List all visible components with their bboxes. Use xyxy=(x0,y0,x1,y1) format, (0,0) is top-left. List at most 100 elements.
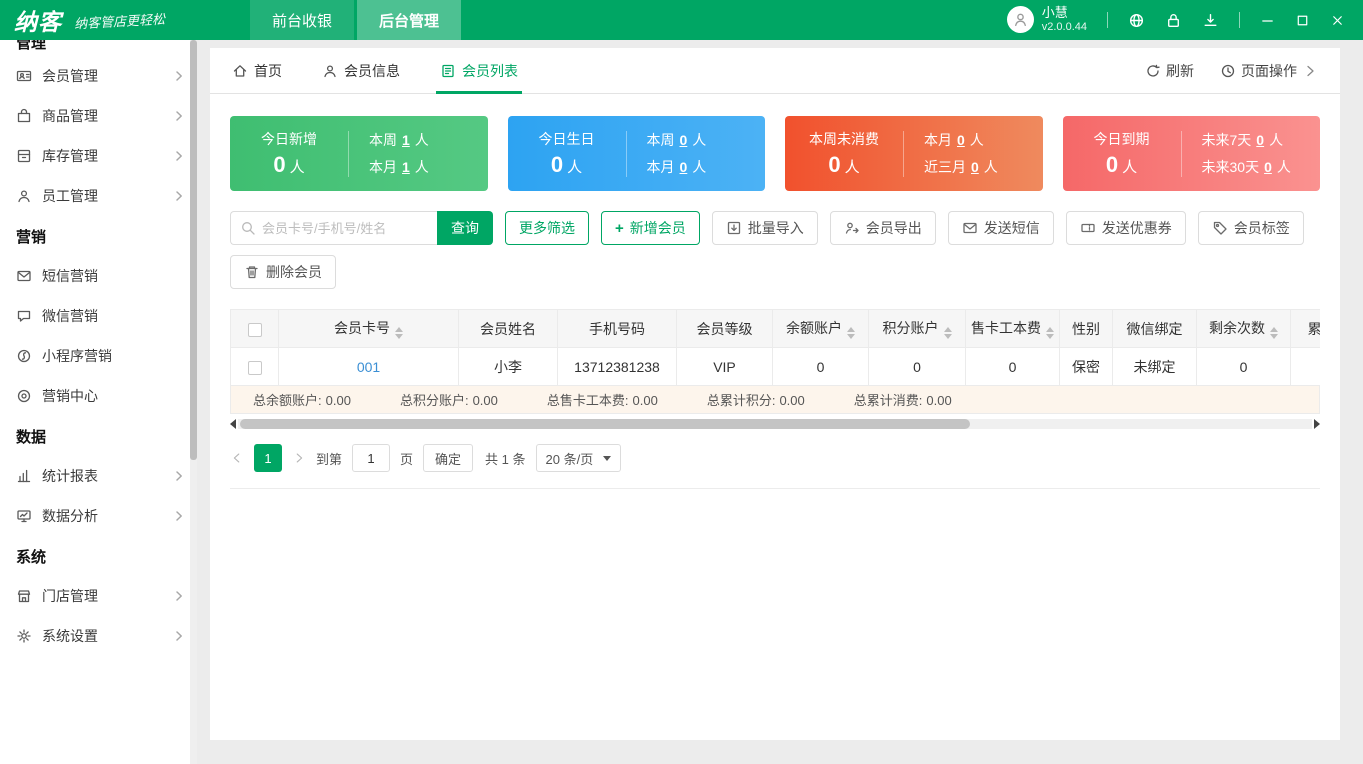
header-balance[interactable]: 余额账户 xyxy=(773,310,869,348)
confirm-page-button[interactable]: 确定 xyxy=(423,444,473,472)
tab-label: 会员信息 xyxy=(344,61,400,81)
chevron-right-icon xyxy=(171,588,187,604)
sidebar-item-miniprogram-marketing[interactable]: 小程序营销 xyxy=(0,336,197,376)
header-card-no[interactable]: 会员卡号 xyxy=(279,310,459,348)
scrollbar-track[interactable] xyxy=(238,419,1312,429)
search-group: 查询 xyxy=(230,211,493,245)
sort-icon[interactable] xyxy=(1046,327,1054,339)
sidebar-scrollbar[interactable] xyxy=(190,40,197,764)
scroll-left-arrow-icon[interactable] xyxy=(230,419,236,429)
member-tag-button[interactable]: 会员标签 xyxy=(1198,211,1304,245)
search-input[interactable] xyxy=(262,221,428,236)
header-phone: 手机号码 xyxy=(558,310,677,348)
globe-icon[interactable] xyxy=(1128,12,1145,29)
sort-icon[interactable] xyxy=(1270,327,1278,339)
current-page-button[interactable]: 1 xyxy=(254,444,282,472)
sidebar-item-label: 会员管理 xyxy=(42,66,98,86)
sidebar-item-goods-mgmt[interactable]: 商品管理 xyxy=(0,96,197,136)
maximize-icon[interactable] xyxy=(1295,13,1310,28)
stat-cards: 今日新增 0人 本周1人 本月1人 今日生日 0人 xyxy=(230,116,1320,191)
tab-home[interactable]: 首页 xyxy=(232,48,282,94)
nav-tab-backend[interactable]: 后台管理 xyxy=(357,0,461,40)
page-size-select[interactable]: 20 条/页 xyxy=(536,444,622,472)
sort-icon[interactable] xyxy=(944,327,952,339)
sidebar-item-store-mgmt[interactable]: 门店管理 xyxy=(0,576,197,616)
card-no-link[interactable]: 001 xyxy=(357,359,380,375)
stat-line: 本周0人 xyxy=(647,130,766,150)
tab-member-info[interactable]: 会员信息 xyxy=(322,48,400,94)
sidebar-scrollbar-thumb[interactable] xyxy=(190,40,197,460)
tab-label: 首页 xyxy=(254,61,282,81)
header-points[interactable]: 积分账户 xyxy=(869,310,966,348)
search-button[interactable]: 查询 xyxy=(437,211,493,245)
batch-import-button[interactable]: 批量导入 xyxy=(712,211,818,245)
stat-card-new-today[interactable]: 今日新增 0人 本周1人 本月1人 xyxy=(230,116,488,191)
chevron-right-icon xyxy=(171,628,187,644)
topbar: 纳客 纳客管店更轻松 前台收银 后台管理 小慧 v2.0.0.44 xyxy=(0,0,1363,40)
stat-card-birthday-today[interactable]: 今日生日 0人 本周0人 本月0人 xyxy=(508,116,766,191)
stat-card-no-spend-week[interactable]: 本周未消费 0人 本月0人 近三月0人 xyxy=(785,116,1043,191)
sort-icon[interactable] xyxy=(395,327,403,339)
minimize-icon[interactable] xyxy=(1260,13,1275,28)
row-checkbox[interactable] xyxy=(248,361,262,375)
summary-row: 总余额账户:0.00 总积分账户:0.00 总售卡工本费:0.00 总累计积分:… xyxy=(230,386,1320,414)
stat-title: 今日生日 xyxy=(539,129,595,149)
staff-icon xyxy=(16,188,32,204)
sidebar-item-staff-mgmt[interactable]: 员工管理 xyxy=(0,176,197,216)
sidebar-item-inventory-mgmt[interactable]: 库存管理 xyxy=(0,136,197,176)
sidebar-item-report[interactable]: 统计报表 xyxy=(0,456,197,496)
tab-label: 会员列表 xyxy=(462,61,518,81)
scroll-right-arrow-icon[interactable] xyxy=(1314,419,1320,429)
bar-chart-icon xyxy=(16,468,32,484)
topbar-right: 小慧 v2.0.0.44 xyxy=(1007,0,1363,40)
top-nav: 前台收银 后台管理 xyxy=(250,0,464,40)
chevron-right-icon xyxy=(171,148,187,164)
horizontal-scrollbar[interactable] xyxy=(230,417,1320,430)
sidebar-item-analysis[interactable]: 数据分析 xyxy=(0,496,197,536)
sort-icon[interactable] xyxy=(847,327,855,339)
goods-icon xyxy=(16,108,32,124)
summary-total-accum-points: 总累计积分:0.00 xyxy=(703,390,805,409)
sidebar-item-marketing-center[interactable]: 营销中心 xyxy=(0,376,197,416)
sidebar-item-member-mgmt[interactable]: 会员管理 xyxy=(0,56,197,96)
divider xyxy=(1107,12,1108,28)
next-page-icon[interactable] xyxy=(292,451,306,465)
stat-card-left: 今日到期 0人 xyxy=(1063,129,1181,178)
header-card-fee[interactable]: 售卡工本费 xyxy=(966,310,1060,348)
user-info[interactable]: 小慧 v2.0.0.44 xyxy=(1007,6,1087,34)
send-coupon-button[interactable]: 发送优惠券 xyxy=(1066,211,1186,245)
add-member-button[interactable]: + 新增会员 xyxy=(601,211,700,245)
close-icon[interactable] xyxy=(1330,13,1345,28)
download-icon[interactable] xyxy=(1202,12,1219,29)
cell-card-fee: 0 xyxy=(966,348,1060,386)
chevron-right-icon xyxy=(171,108,187,124)
sidebar-item-wechat-marketing[interactable]: 微信营销 xyxy=(0,296,197,336)
stat-card-expire-today[interactable]: 今日到期 0人 未来7天0人 未来30天0人 xyxy=(1063,116,1321,191)
chevron-right-icon xyxy=(171,508,187,524)
prev-page-icon[interactable] xyxy=(230,451,244,465)
stat-card-right: 未来7天0人 未来30天0人 xyxy=(1182,130,1321,177)
tag-icon xyxy=(1212,220,1228,236)
page-actions-button[interactable]: 页面操作 xyxy=(1220,61,1318,81)
table-row[interactable]: 001 小李 13712381238 VIP 0 0 0 保密 未绑定 0 xyxy=(231,348,1321,386)
delete-member-button[interactable]: 删除会员 xyxy=(230,255,336,289)
header-remaining[interactable]: 剩余次数 xyxy=(1197,310,1291,348)
tab-member-list[interactable]: 会员列表 xyxy=(440,48,518,94)
summary-total-spend: 总累计消费:0.00 xyxy=(850,390,952,409)
user-meta: 小慧 v2.0.0.44 xyxy=(1042,6,1087,34)
nav-tab-cashier[interactable]: 前台收银 xyxy=(250,0,354,40)
select-all-checkbox[interactable] xyxy=(248,323,262,337)
lock-icon[interactable] xyxy=(1165,12,1182,29)
refresh-button[interactable]: 刷新 xyxy=(1145,61,1194,81)
send-sms-button[interactable]: 发送短信 xyxy=(948,211,1054,245)
sidebar-item-sms-marketing[interactable]: 短信营销 xyxy=(0,256,197,296)
cell-checkbox xyxy=(231,348,279,386)
more-filters-button[interactable]: 更多筛选 xyxy=(505,211,589,245)
summary-total-points: 总积分账户:0.00 xyxy=(396,390,498,409)
refresh-label: 刷新 xyxy=(1166,61,1194,81)
goto-page-input[interactable] xyxy=(352,444,390,472)
sidebar-item-system-settings[interactable]: 系统设置 xyxy=(0,616,197,656)
member-export-button[interactable]: 会员导出 xyxy=(830,211,936,245)
scrollbar-thumb[interactable] xyxy=(240,419,970,429)
header-total-points[interactable]: 累积积分 xyxy=(1291,310,1321,348)
